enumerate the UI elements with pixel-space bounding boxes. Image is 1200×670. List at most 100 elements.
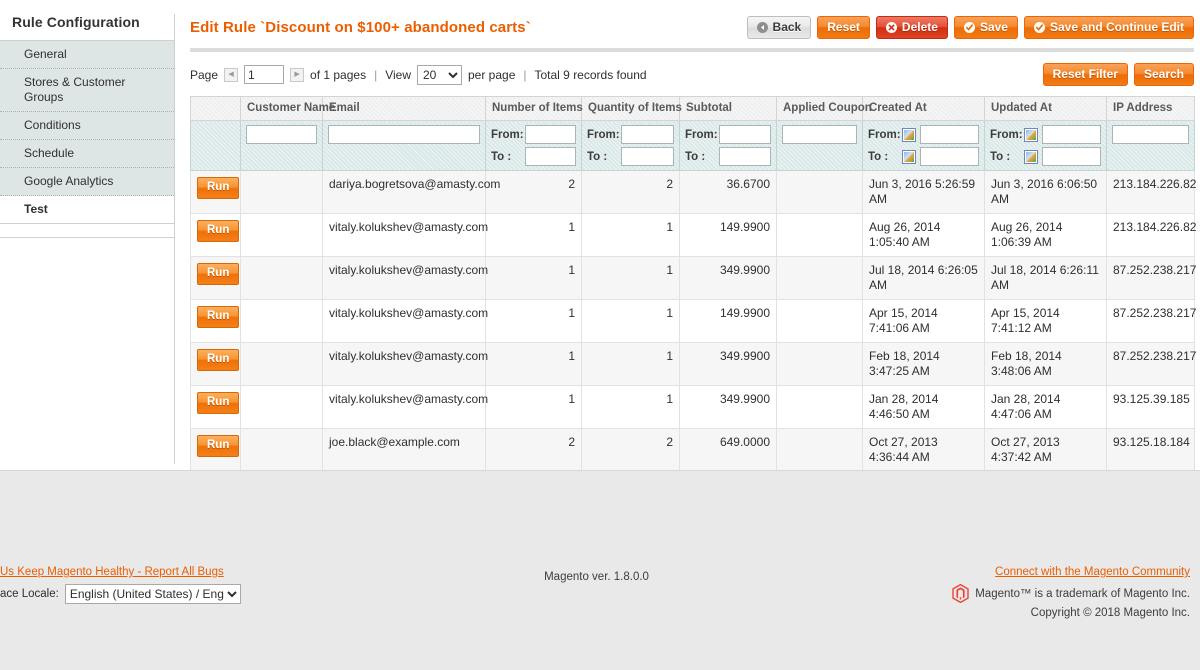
table-row[interactable]: Runjoe.black@example.com22649.0000Oct 27… [191,429,1195,472]
table-row[interactable]: Runvitaly.kolukshev@amasty.com11149.9900… [191,214,1195,257]
run-button[interactable]: Run [197,392,239,414]
delete-button[interactable]: Delete [876,16,948,39]
cell-customer-name [241,429,323,472]
calendar-icon[interactable] [1024,128,1038,142]
filter-input-subtotal-to[interactable] [719,147,771,166]
total-pages-label: of 1 pages [310,68,366,82]
cell-number-of-items: 1 [486,300,582,343]
column-header-ip-address[interactable]: IP Address [1107,97,1195,121]
filter-input-email[interactable] [328,125,480,144]
run-button[interactable]: Run [197,435,239,457]
sidebar-item-google-analytics[interactable]: Google Analytics [0,168,174,196]
sidebar-item-general[interactable]: General [0,41,174,69]
page-lower-band [0,470,1200,556]
filter-to-row: To : [685,147,771,166]
cell-updated-at: Aug 26, 2014 1:06:39 AM [985,214,1107,257]
save-button[interactable]: Save [954,16,1018,39]
cell-action: Run [191,171,241,214]
filter-to-row: To : [587,147,674,166]
cell-applied-coupon [777,386,863,429]
filter-input-created-at-from[interactable] [920,125,979,144]
cell-action: Run [191,429,241,472]
grid-pager: Page ◀ ▶ of 1 pages | View 203050100200 … [190,65,647,85]
per-page-select[interactable]: 203050100200 [417,65,462,85]
sidebar-item-test[interactable]: Test [0,196,174,224]
sidebar-item-schedule[interactable]: Schedule [0,140,174,168]
cell-subtotal: 149.9900 [680,300,777,343]
filter-input-number-of-items-to[interactable] [525,147,576,166]
cell-created-at: Oct 27, 2013 4:36:44 AM [863,429,985,472]
filter-input-quantity-of-items-to[interactable] [621,147,674,166]
sidebar-item-stores-customer-groups[interactable]: Stores & Customer Groups [0,69,174,112]
filter-from-label: From: [685,129,715,141]
cell-action: Run [191,386,241,429]
column-header-action[interactable] [191,97,241,121]
filter-to-row: To : [990,147,1101,166]
run-button[interactable]: Run [197,263,239,285]
cell-updated-at: Jun 3, 2016 6:06:50 AM [985,171,1107,214]
filter-input-quantity-of-items-from[interactable] [621,125,674,144]
column-header-number-of-items[interactable]: Number of Items [486,97,582,121]
cell-ip-address: 213.184.226.82 [1107,171,1195,214]
column-header-subtotal[interactable]: Subtotal [680,97,777,121]
filter-input-customer-name[interactable] [246,125,317,144]
sidebar-item-conditions[interactable]: Conditions [0,112,174,140]
trademark-row: Magento™ is a trademark of Magento Inc. [952,584,1190,603]
reset-filter-button[interactable]: Reset Filter [1043,63,1128,86]
column-header-email[interactable]: Email [323,97,486,121]
run-button[interactable]: Run [197,220,239,242]
table-row[interactable]: Runvitaly.kolukshev@amasty.com11149.9900… [191,300,1195,343]
filter-input-applied-coupon[interactable] [782,125,857,144]
column-header-created-at[interactable]: Created At [863,97,985,121]
filter-from-label: From: [587,129,617,141]
table-row[interactable]: Rundariya.bogretsova@amasty.com2236.6700… [191,171,1195,214]
cell-action: Run [191,214,241,257]
trademark-text: Magento™ is a trademark of Magento Inc. [975,588,1190,600]
previous-page-button[interactable]: ◀ [224,68,238,82]
next-page-button[interactable]: ▶ [290,68,304,82]
cell-subtotal: 149.9900 [680,214,777,257]
cell-updated-at: Jul 18, 2014 6:26:11 AM [985,257,1107,300]
column-header-updated-at[interactable]: Updated At [985,97,1107,121]
calendar-icon[interactable] [902,128,916,142]
filter-input-created-at-to[interactable] [920,147,979,166]
filter-to-label: To : [990,151,1020,163]
column-header-customer-name[interactable]: Customer Name [241,97,323,121]
cell-ip-address: 87.252.238.217 [1107,257,1195,300]
page-number-input[interactable] [244,65,284,84]
check-icon [964,22,975,33]
table-row[interactable]: Runvitaly.kolukshev@amasty.com11349.9900… [191,257,1195,300]
cell-email: vitaly.kolukshev@amasty.com [323,257,486,300]
filter-input-ip-address[interactable] [1112,125,1189,144]
cell-email: vitaly.kolukshev@amasty.com [323,386,486,429]
run-button[interactable]: Run [197,306,239,328]
calendar-icon[interactable] [1024,150,1038,164]
table-row[interactable]: Runvitaly.kolukshev@amasty.com11349.9900… [191,343,1195,386]
cell-customer-name [241,214,323,257]
table-row[interactable]: Runvitaly.kolukshev@amasty.com11349.9900… [191,386,1195,429]
filter-input-updated-at-from[interactable] [1042,125,1101,144]
filter-to-row: To : [868,147,979,166]
filter-cell-applied-coupon [777,121,863,171]
filter-cell-updated-at: From:To : [985,121,1107,171]
magento-logo-icon [952,584,969,603]
run-button[interactable]: Run [197,349,239,371]
filter-to-label: To : [587,151,617,163]
sidebar-nav-list: GeneralStores & Customer GroupsCondition… [0,40,174,224]
back-button[interactable]: Back [747,16,812,39]
filter-input-number-of-items-from[interactable] [525,125,576,144]
cell-subtotal: 349.9900 [680,386,777,429]
interface-locale-select[interactable]: English (United States) / English ( [65,584,241,604]
column-header-applied-coupon[interactable]: Applied Coupon [777,97,863,121]
filter-input-updated-at-to[interactable] [1042,147,1101,166]
report-bugs-link[interactable]: Us Keep Magento Healthy - Report All Bug… [0,566,224,578]
search-button[interactable]: Search [1134,63,1194,86]
reset-button[interactable]: Reset [817,16,870,39]
run-button[interactable]: Run [197,177,239,199]
column-header-quantity-of-items[interactable]: Quantity of Items [582,97,680,121]
filter-input-subtotal-from[interactable] [719,125,771,144]
save-and-continue-edit-button[interactable]: Save and Continue Edit [1024,16,1194,39]
magento-community-link[interactable]: Connect with the Magento Community [995,566,1190,578]
calendar-icon[interactable] [902,150,916,164]
filter-to-label: To : [491,151,521,163]
